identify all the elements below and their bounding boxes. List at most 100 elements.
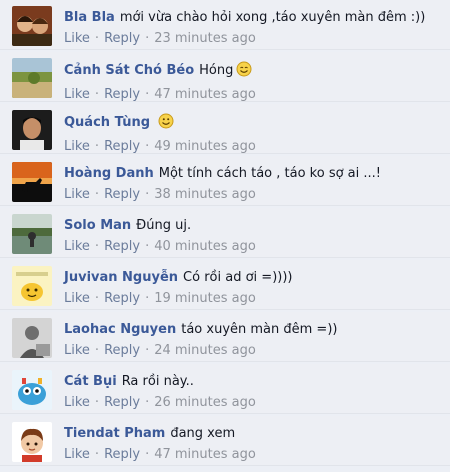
smile-emoji-icon: [158, 113, 174, 135]
comment-timestamp[interactable]: 23 minutes ago: [154, 31, 256, 46]
reply-link[interactable]: Reply: [104, 139, 140, 154]
comment-author[interactable]: Bla Bla: [64, 10, 115, 25]
comment-text: Một tính cách táo , táo ko sợ ai ...!: [158, 166, 381, 181]
comment-author[interactable]: Quách Tùng: [64, 115, 150, 130]
comment-list: Bla Bla mới vừa chào hỏi xong ,táo xuyên …: [0, 0, 450, 472]
comment-item: Tiendat Pham đang xem Like · Reply · 47 minut…: [0, 416, 450, 466]
comment-meta: Like · Reply · 40 minutes ago: [64, 239, 446, 255]
like-link[interactable]: Like: [64, 239, 90, 254]
comment-author[interactable]: Hoàng Danh: [64, 166, 154, 181]
photo-landscape-icon: [12, 58, 52, 98]
comment-timestamp[interactable]: 19 minutes ago: [154, 291, 256, 306]
comment-meta: Like · Reply · 47 minutes ago: [64, 447, 446, 463]
reply-link[interactable]: Reply: [104, 291, 140, 306]
photo-man-icon: [12, 110, 52, 150]
comment-line: Cảnh Sát Chó Béo Hóng: [64, 61, 446, 83]
separator-dot: ·: [94, 187, 100, 202]
comment-body: Quách Tùng Like · Reply · 49 minutes ago: [64, 113, 446, 155]
comment-line: Bla Bla mới vừa chào hỏi xong ,táo xuyên …: [64, 9, 446, 27]
comment-body: Cảnh Sát Chó Béo Hóng Like · Reply · 47 minut…: [64, 61, 446, 103]
separator-dot: ·: [145, 447, 150, 462]
comment-item: Solo Man Đúng uj. Like · Reply · 40 minutes a…: [0, 208, 450, 258]
photo-kids-icon: [12, 6, 52, 46]
comment-text: Đúng uj.: [136, 218, 192, 233]
comment-timestamp[interactable]: 49 minutes ago: [154, 139, 256, 154]
comment-meta: Like · Reply · 23 minutes ago: [64, 31, 446, 47]
cartoon-boy-icon: [12, 422, 52, 462]
comment-item: Juvivan Nguyễn Có rồi ad ơi =)))) Like · Re…: [0, 260, 450, 310]
avatar[interactable]: [12, 266, 52, 306]
separator-dot: ·: [145, 139, 150, 154]
avatar[interactable]: [12, 422, 52, 462]
like-link[interactable]: Like: [64, 31, 90, 46]
cartoon-yellow-icon: [12, 266, 52, 306]
separator-dot: ·: [94, 139, 100, 154]
comment-body: Laohac Nguyen táo xuyên màn đêm =)) Like ·…: [64, 321, 446, 359]
separator-dot: ·: [94, 395, 100, 410]
like-link[interactable]: Like: [64, 395, 90, 410]
comment-text: táo xuyên màn đêm =)): [181, 322, 338, 337]
comment-body: Juvivan Nguyễn Có rồi ad ơi =)))) Like · Re…: [64, 269, 446, 307]
comment-body: Hoàng Danh Một tính cách táo , táo ko sợ …: [64, 165, 446, 203]
comment-line: Quách Tùng: [64, 113, 446, 135]
comment-author[interactable]: Tiendat Pham: [64, 426, 165, 441]
like-link[interactable]: Like: [64, 343, 90, 358]
comment-author[interactable]: Cát Bụi: [64, 374, 117, 389]
avatar[interactable]: [12, 318, 52, 358]
avatar[interactable]: [12, 162, 52, 202]
comment-meta: Like · Reply · 24 minutes ago: [64, 343, 446, 359]
comment-text: đang xem: [170, 426, 236, 441]
comment-line: Juvivan Nguyễn Có rồi ad ơi =)))): [64, 269, 446, 287]
avatar[interactable]: [12, 110, 52, 150]
comment-author[interactable]: Cảnh Sát Chó Béo: [64, 63, 194, 78]
comment-item: Laohac Nguyen táo xuyên màn đêm =)) Like ·…: [0, 312, 450, 362]
separator-dot: ·: [145, 343, 150, 358]
comment-body: Bla Bla mới vừa chào hỏi xong ,táo xuyên …: [64, 9, 446, 47]
like-link[interactable]: Like: [64, 87, 90, 102]
reply-link[interactable]: Reply: [104, 87, 140, 102]
avatar[interactable]: [12, 370, 52, 410]
avatar[interactable]: [12, 58, 52, 98]
comment-meta: Like · Reply · 38 minutes ago: [64, 187, 446, 203]
comment-line: Cát Bụi Ra rồi này..: [64, 373, 446, 391]
comment-timestamp[interactable]: 47 minutes ago: [154, 87, 256, 102]
like-link[interactable]: Like: [64, 291, 90, 306]
photo-sunset-horse-icon: [12, 162, 52, 202]
photo-lake-icon: [12, 214, 52, 254]
comment-meta: Like · Reply · 47 minutes ago: [64, 87, 446, 103]
reply-link[interactable]: Reply: [104, 447, 140, 462]
like-link[interactable]: Like: [64, 187, 90, 202]
separator-dot: ·: [145, 239, 150, 254]
separator-dot: ·: [94, 87, 100, 102]
separator-dot: ·: [145, 291, 150, 306]
reply-link[interactable]: Reply: [104, 31, 140, 46]
comment-author[interactable]: Juvivan Nguyễn: [64, 270, 178, 285]
comment-item: Bla Bla mới vừa chào hỏi xong ,táo xuyên …: [0, 0, 450, 50]
reply-link[interactable]: Reply: [104, 343, 140, 358]
like-link[interactable]: Like: [64, 447, 90, 462]
comment-timestamp[interactable]: 47 minutes ago: [154, 447, 256, 462]
like-link[interactable]: Like: [64, 139, 90, 154]
reply-link[interactable]: Reply: [104, 239, 140, 254]
comment-item: Cát Bụi Ra rồi này.. Like · Reply · 26 minute…: [0, 364, 450, 414]
avatar[interactable]: [12, 6, 52, 46]
comment-meta: Like · Reply · 19 minutes ago: [64, 291, 446, 307]
comment-line: Tiendat Pham đang xem: [64, 425, 446, 443]
comment-item: Quách Tùng Like · Reply · 49 minutes ago: [0, 104, 450, 154]
comment-item: Cảnh Sát Chó Béo Hóng Like · Reply · 47 minut…: [0, 52, 450, 102]
reply-link[interactable]: Reply: [104, 395, 140, 410]
comment-author[interactable]: Laohac Nguyen: [64, 322, 176, 337]
comment-text: Có rồi ad ơi =)))): [183, 270, 293, 285]
comment-line: Solo Man Đúng uj.: [64, 217, 446, 235]
comment-timestamp[interactable]: 26 minutes ago: [154, 395, 256, 410]
comment-author[interactable]: Solo Man: [64, 218, 131, 233]
comment-timestamp[interactable]: 24 minutes ago: [154, 343, 256, 358]
smile-emoji-icon: [236, 61, 252, 83]
cartoon-blue-icon: [12, 370, 52, 410]
comment-timestamp[interactable]: 38 minutes ago: [154, 187, 256, 202]
comment-text: Hóng: [199, 63, 234, 78]
avatar[interactable]: [12, 214, 52, 254]
comment-meta: Like · Reply · 49 minutes ago: [64, 139, 446, 155]
reply-link[interactable]: Reply: [104, 187, 140, 202]
comment-timestamp[interactable]: 40 minutes ago: [154, 239, 256, 254]
